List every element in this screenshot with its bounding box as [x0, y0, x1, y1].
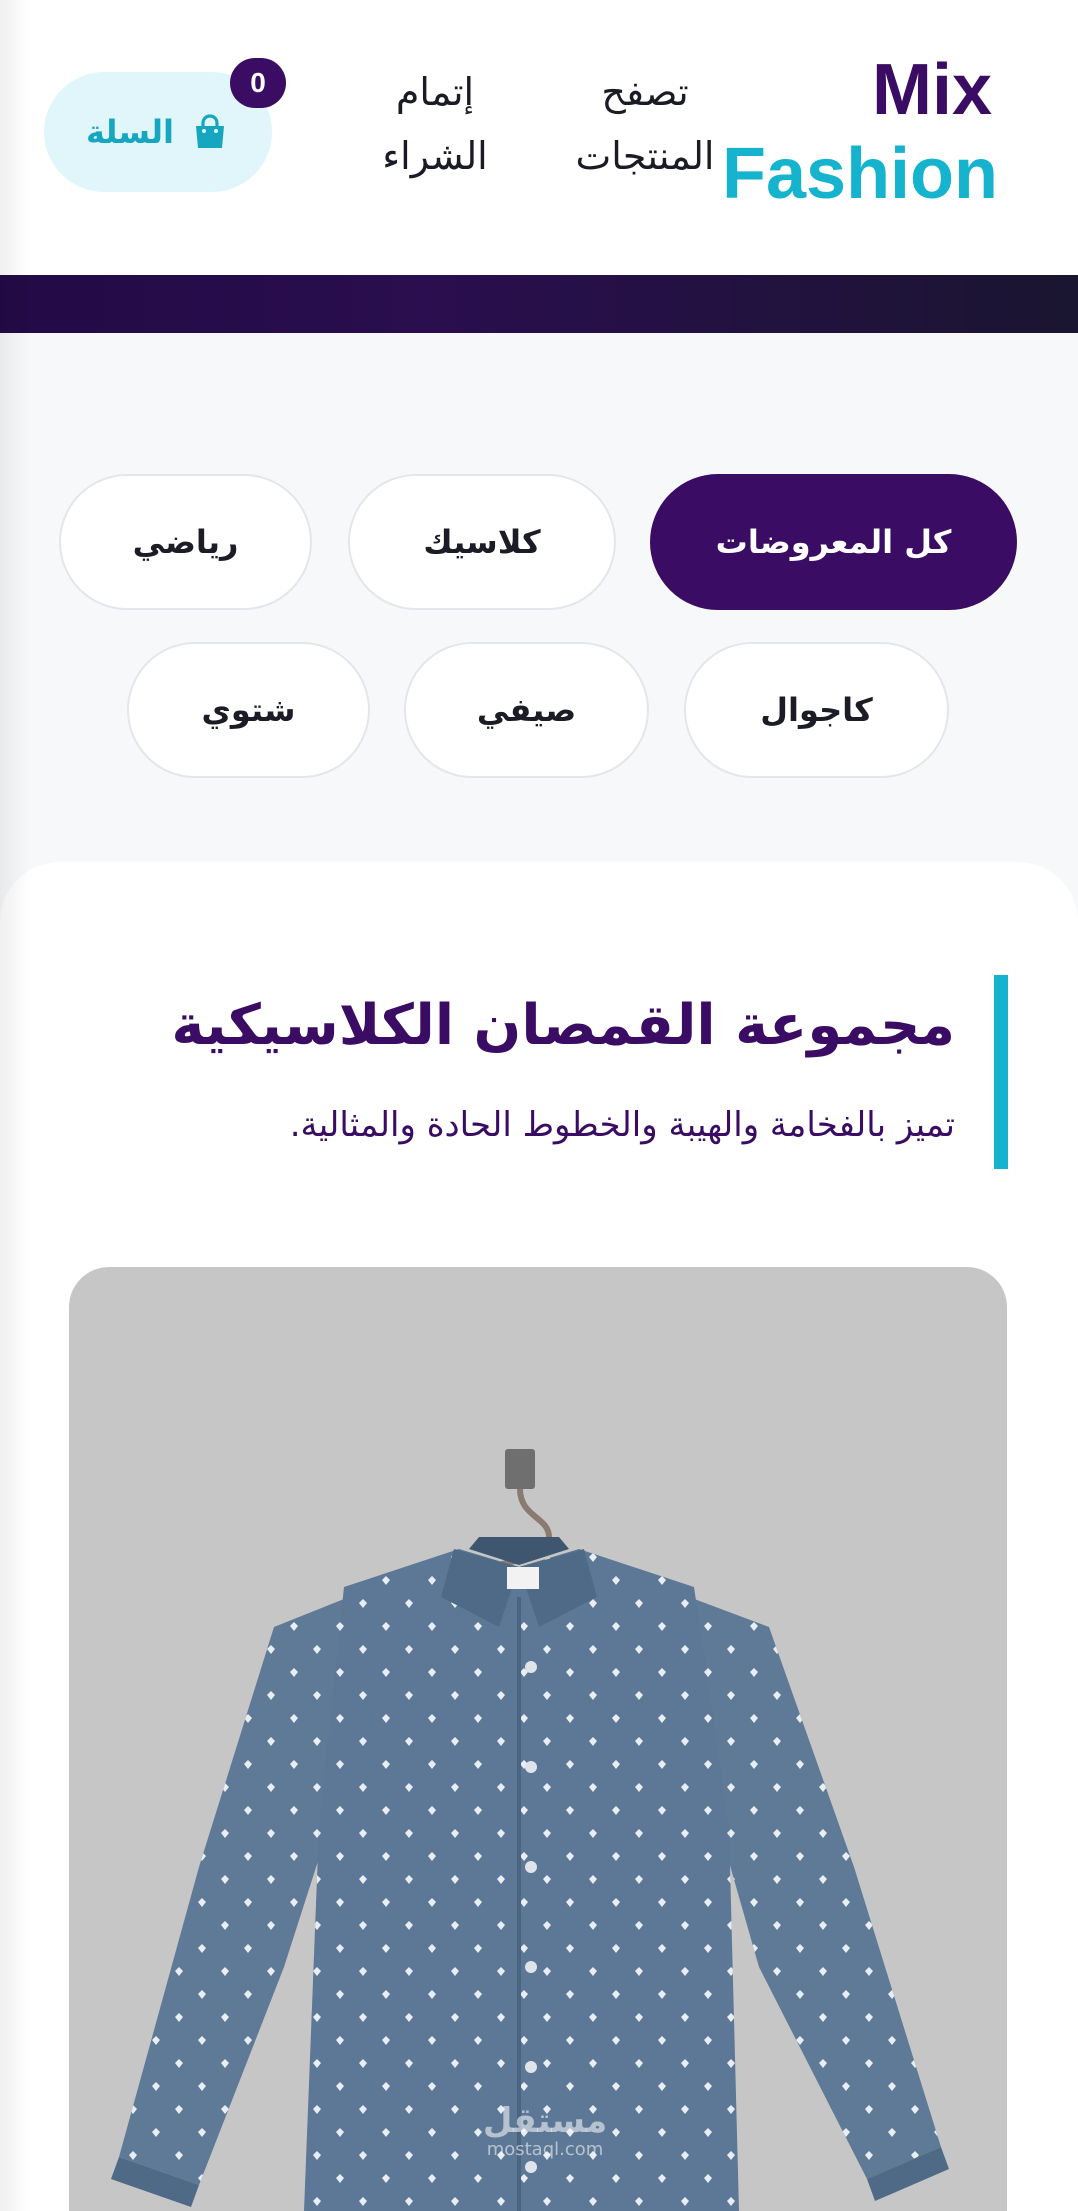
- title-accent-bar: [994, 975, 1008, 1169]
- nav-browse-products[interactable]: تصفح المنتجات: [560, 60, 730, 200]
- shirt-illustration: [111, 1449, 949, 2211]
- collection-subtitle: تميز بالفخامة والهيبة والخطوط الحادة وال…: [289, 1105, 955, 1145]
- brand-logo[interactable]: Mix Fashion: [722, 48, 999, 218]
- watermark-url: mostaql.com: [486, 2139, 604, 2160]
- brand-line-2: Fashion: [722, 134, 999, 214]
- hook-mount: [505, 1449, 535, 1489]
- shopping-bag-icon: [196, 114, 225, 148]
- header-divider-bar: [0, 275, 1078, 333]
- filter-casual[interactable]: كاجوال: [684, 642, 949, 778]
- brand-line-1: Mix: [871, 50, 992, 130]
- filter-classic[interactable]: كلاسيك: [348, 474, 616, 610]
- nav-browse-line-1: تصفح: [601, 70, 689, 114]
- filter-summer[interactable]: صيفي: [404, 642, 649, 778]
- nav-browse-line-2: المنتجات: [575, 134, 715, 178]
- filter-winter[interactable]: شتوي: [127, 642, 370, 778]
- filter-sport[interactable]: رياضي: [59, 474, 312, 610]
- product-image[interactable]: [69, 1267, 1007, 2211]
- nav-checkout[interactable]: إتمام الشراء: [355, 60, 515, 200]
- cart-label: السلة: [86, 113, 175, 151]
- collection-title: مجموعة القمصان الكلاسيكية: [171, 993, 955, 1058]
- nav-checkout-line-1: إتمام: [395, 70, 475, 114]
- nav-checkout-line-2: الشراء: [382, 134, 488, 178]
- watermark: مستقل mostaql.com: [450, 2102, 640, 2160]
- filter-all[interactable]: كل المعروضات: [650, 474, 1017, 610]
- cart-count-badge: 0: [230, 58, 286, 108]
- site-header: Mix Fashion تصفح المنتجات إتمام الشراء ا…: [0, 0, 1078, 275]
- watermark-arabic: مستقل: [482, 2101, 608, 2141]
